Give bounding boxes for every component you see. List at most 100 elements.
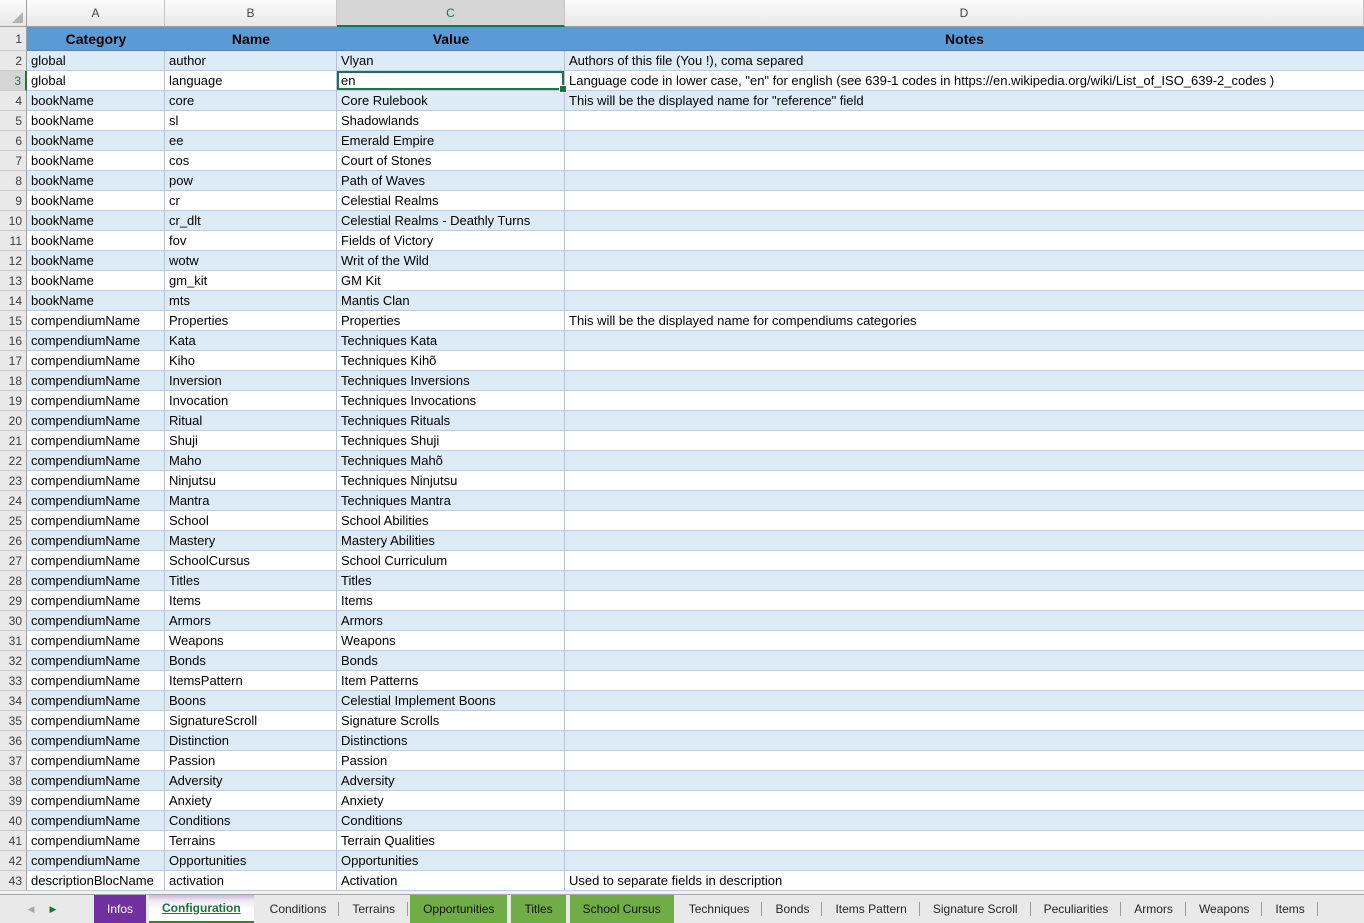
cell-C7[interactable]: Court of Stones (337, 151, 565, 171)
cell-D27[interactable] (565, 551, 1364, 571)
row-number-19[interactable]: 19 (0, 391, 27, 411)
cell-A3[interactable]: global (27, 71, 165, 91)
cell-C11[interactable]: Fields of Victory (337, 231, 565, 251)
row-number-21[interactable]: 21 (0, 431, 27, 451)
cell-D34[interactable] (565, 691, 1364, 711)
cell-A42[interactable]: compendiumName (27, 851, 165, 871)
row-number-8[interactable]: 8 (0, 171, 27, 191)
column-header-b[interactable]: B (165, 0, 337, 27)
header-cell-category[interactable]: Category (27, 27, 165, 51)
cell-C28[interactable]: Titles (337, 571, 565, 591)
cell-D37[interactable] (565, 751, 1364, 771)
cell-D22[interactable] (565, 451, 1364, 471)
cell-A5[interactable]: bookName (27, 111, 165, 131)
cell-C40[interactable]: Conditions (337, 811, 565, 831)
row-number-11[interactable]: 11 (0, 231, 27, 251)
cell-D38[interactable] (565, 771, 1364, 791)
cell-C12[interactable]: Writ of the Wild (337, 251, 565, 271)
cell-D42[interactable] (565, 851, 1364, 871)
cell-A8[interactable]: bookName (27, 171, 165, 191)
cell-A16[interactable]: compendiumName (27, 331, 165, 351)
cell-B18[interactable]: Inversion (165, 371, 337, 391)
row-number-39[interactable]: 39 (0, 791, 27, 811)
row-number-25[interactable]: 25 (0, 511, 27, 531)
row-number-43[interactable]: 43 (0, 871, 27, 891)
header-cell-notes[interactable]: Notes (565, 27, 1364, 51)
row-number-31[interactable]: 31 (0, 631, 27, 651)
row-number-18[interactable]: 18 (0, 371, 27, 391)
cell-D23[interactable] (565, 471, 1364, 491)
cell-D31[interactable] (565, 631, 1364, 651)
cell-D41[interactable] (565, 831, 1364, 851)
cell-A13[interactable]: bookName (27, 271, 165, 291)
cell-B33[interactable]: ItemsPattern (165, 671, 337, 691)
cell-B42[interactable]: Opportunities (165, 851, 337, 871)
cell-D5[interactable] (565, 111, 1364, 131)
cell-B3[interactable]: language (165, 71, 337, 91)
cell-A41[interactable]: compendiumName (27, 831, 165, 851)
cell-D14[interactable] (565, 291, 1364, 311)
header-cell-value[interactable]: Value (337, 27, 565, 51)
cell-C16[interactable]: Techniques Kata (337, 331, 565, 351)
cell-A2[interactable]: global (27, 51, 165, 71)
cell-D2[interactable]: Authors of this file (You !), coma separ… (565, 51, 1364, 71)
row-number-9[interactable]: 9 (0, 191, 27, 211)
cell-A31[interactable]: compendiumName (27, 631, 165, 651)
cell-C30[interactable]: Armors (337, 611, 565, 631)
row-number-35[interactable]: 35 (0, 711, 27, 731)
cell-A36[interactable]: compendiumName (27, 731, 165, 751)
header-cell-name[interactable]: Name (165, 27, 337, 51)
row-number-13[interactable]: 13 (0, 271, 27, 291)
cell-C13[interactable]: GM Kit (337, 271, 565, 291)
cell-B26[interactable]: Mastery (165, 531, 337, 551)
column-header-d[interactable]: D (565, 0, 1364, 27)
cell-A43[interactable]: descriptionBlocName (27, 871, 165, 891)
cell-B17[interactable]: Kiho (165, 351, 337, 371)
cell-C31[interactable]: Weapons (337, 631, 565, 651)
cell-A34[interactable]: compendiumName (27, 691, 165, 711)
cell-B31[interactable]: Weapons (165, 631, 337, 651)
cell-B4[interactable]: core (165, 91, 337, 111)
cell-A7[interactable]: bookName (27, 151, 165, 171)
row-number-42[interactable]: 42 (0, 851, 27, 871)
cell-B37[interactable]: Passion (165, 751, 337, 771)
cell-A12[interactable]: bookName (27, 251, 165, 271)
cell-D39[interactable] (565, 791, 1364, 811)
cell-B28[interactable]: Titles (165, 571, 337, 591)
cell-C26[interactable]: Mastery Abilities (337, 531, 565, 551)
cell-C19[interactable]: Techniques Invocations (337, 391, 565, 411)
cell-A4[interactable]: bookName (27, 91, 165, 111)
row-number-12[interactable]: 12 (0, 251, 27, 271)
cell-A38[interactable]: compendiumName (27, 771, 165, 791)
sheet-tab-infos[interactable]: Infos (94, 895, 146, 923)
cell-A22[interactable]: compendiumName (27, 451, 165, 471)
cell-B22[interactable]: Maho (165, 451, 337, 471)
cell-A9[interactable]: bookName (27, 191, 165, 211)
cell-C22[interactable]: Techniques Mahõ (337, 451, 565, 471)
cell-B2[interactable]: author (165, 51, 337, 71)
cell-B7[interactable]: cos (165, 151, 337, 171)
cell-D32[interactable] (565, 651, 1364, 671)
row-number-32[interactable]: 32 (0, 651, 27, 671)
cell-A40[interactable]: compendiumName (27, 811, 165, 831)
cell-D19[interactable] (565, 391, 1364, 411)
cell-C43[interactable]: Activation (337, 871, 565, 891)
tab-scroll-right-icon[interactable]: ▶ (48, 905, 58, 914)
cell-B5[interactable]: sl (165, 111, 337, 131)
row-number-2[interactable]: 2 (0, 51, 27, 71)
cell-B43[interactable]: activation (165, 871, 337, 891)
cell-C18[interactable]: Techniques Inversions (337, 371, 565, 391)
cell-B10[interactable]: cr_dlt (165, 211, 337, 231)
row-number-15[interactable]: 15 (0, 311, 27, 331)
row-number-14[interactable]: 14 (0, 291, 27, 311)
row-number-1[interactable]: 1 (0, 27, 27, 51)
cell-C39[interactable]: Anxiety (337, 791, 565, 811)
cell-C5[interactable]: Shadowlands (337, 111, 565, 131)
row-number-23[interactable]: 23 (0, 471, 27, 491)
cell-C17[interactable]: Techniques Kihõ (337, 351, 565, 371)
cell-A21[interactable]: compendiumName (27, 431, 165, 451)
cell-C9[interactable]: Celestial Realms (337, 191, 565, 211)
cell-B32[interactable]: Bonds (165, 651, 337, 671)
cell-C34[interactable]: Celestial Implement Boons (337, 691, 565, 711)
cell-A19[interactable]: compendiumName (27, 391, 165, 411)
